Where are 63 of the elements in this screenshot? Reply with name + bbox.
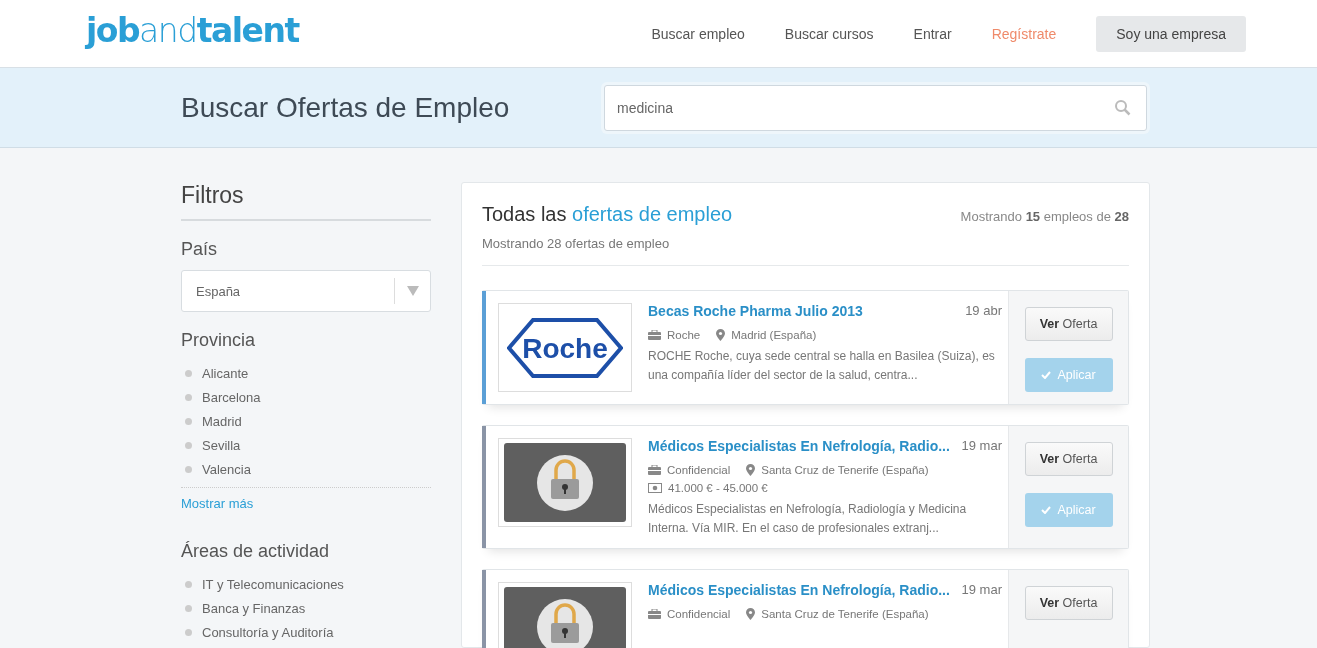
filter-option[interactable]: Consultoría y Auditoría bbox=[202, 624, 334, 640]
job-date: 19 abr bbox=[965, 303, 1002, 319]
filter-option[interactable]: Alicante bbox=[202, 365, 249, 381]
filter-option[interactable]: Banca y Finanzas bbox=[202, 600, 306, 616]
show-more-link[interactable]: Mostrar más bbox=[181, 487, 431, 511]
job-date: 19 mar bbox=[961, 582, 1002, 598]
results-subtitle: Mostrando 28 ofertas de empleo bbox=[482, 236, 671, 251]
bullet-dot bbox=[185, 441, 192, 449]
company-button[interactable]: Soy una empresa bbox=[1096, 15, 1246, 52]
nav-link[interactable]: Entrar bbox=[913, 25, 952, 42]
briefcase-icon bbox=[648, 330, 661, 340]
job-description: ROCHE Roche, cuya sede central se halla en Basilea (Suiza), es una compañía líder del sector de la salud, centra... bbox=[648, 348, 996, 384]
bullet-dot bbox=[185, 393, 192, 401]
filter-label: País bbox=[181, 239, 219, 260]
caret-icon bbox=[406, 286, 419, 296]
nav-link[interactable]: Buscar empleo bbox=[651, 25, 745, 42]
salary-range: 41.000 € - 45.000 € bbox=[668, 482, 768, 494]
bullet-dot bbox=[185, 628, 192, 636]
briefcase-icon bbox=[648, 465, 661, 475]
location-pin-icon bbox=[746, 608, 756, 620]
bullet-dot bbox=[185, 369, 192, 377]
banknote-icon bbox=[648, 483, 662, 493]
site-logo[interactable]: jobandtalent bbox=[86, 11, 299, 50]
search-field[interactable]: medicina bbox=[604, 84, 1147, 131]
check-icon bbox=[1041, 506, 1052, 514]
company-name: Roche bbox=[667, 329, 701, 341]
filter-option[interactable]: IT y Telecomunicaciones bbox=[202, 576, 344, 592]
country-dropdown[interactable]: España bbox=[181, 270, 431, 312]
company-name: Confidencial bbox=[667, 464, 731, 476]
view-offer-button[interactable]: Ver Oferta bbox=[1024, 586, 1113, 620]
view-offer-button[interactable]: Ver Oferta bbox=[1024, 307, 1113, 341]
offers-link[interactable]: ofertas de empleo bbox=[572, 203, 733, 225]
location-pin-icon bbox=[746, 464, 756, 476]
bullet-dot bbox=[185, 417, 192, 425]
location-pin-icon bbox=[716, 329, 726, 341]
filter-option[interactable]: Barcelona bbox=[202, 389, 261, 405]
bullet-dot bbox=[185, 580, 192, 588]
page-title: Buscar Ofertas de Empleo bbox=[181, 91, 510, 124]
filter-option[interactable]: Sevilla bbox=[202, 437, 241, 453]
job-date: 19 mar bbox=[961, 438, 1002, 454]
results-count: Mostrando 15 empleos de 28 bbox=[960, 209, 1129, 224]
view-offer-button[interactable]: Ver Oferta bbox=[1024, 442, 1113, 476]
job-location: Madrid (España) bbox=[731, 329, 817, 341]
filter-label: Provincia bbox=[181, 330, 257, 351]
nav-link[interactable]: Buscar cursos bbox=[784, 25, 874, 42]
filter-option[interactable]: Madrid bbox=[202, 413, 242, 429]
filter-label: Áreas de actividad bbox=[181, 541, 331, 562]
bullet-dot bbox=[185, 604, 192, 612]
briefcase-icon bbox=[648, 609, 661, 619]
results-title: Todas las bbox=[482, 203, 567, 225]
job-location: Santa Cruz de Tenerife (España) bbox=[761, 608, 929, 620]
bullet-dot bbox=[185, 465, 192, 473]
company-logo: Roche bbox=[507, 316, 623, 379]
job-title-link[interactable]: Médicos Especialistas En Nefrología, Radio... bbox=[648, 438, 950, 454]
check-icon bbox=[1041, 371, 1052, 379]
job-title-link[interactable]: Médicos Especialistas En Nefrología, Radio... bbox=[648, 582, 950, 598]
job-description: Médicos Especialistas en Nefrología, Radiología y Medicina Interna. Vía MIR. En el caso de profesionales extranj... bbox=[648, 501, 968, 537]
search-icon[interactable] bbox=[1114, 98, 1131, 116]
filters-heading: Filtros bbox=[181, 182, 431, 221]
job-location: Santa Cruz de Tenerife (España) bbox=[761, 464, 929, 476]
job-title-link[interactable]: Becas Roche Pharma Julio 2013 bbox=[648, 303, 863, 319]
company-name: Confidencial bbox=[667, 608, 731, 620]
filter-option[interactable]: Valencia bbox=[202, 461, 251, 477]
